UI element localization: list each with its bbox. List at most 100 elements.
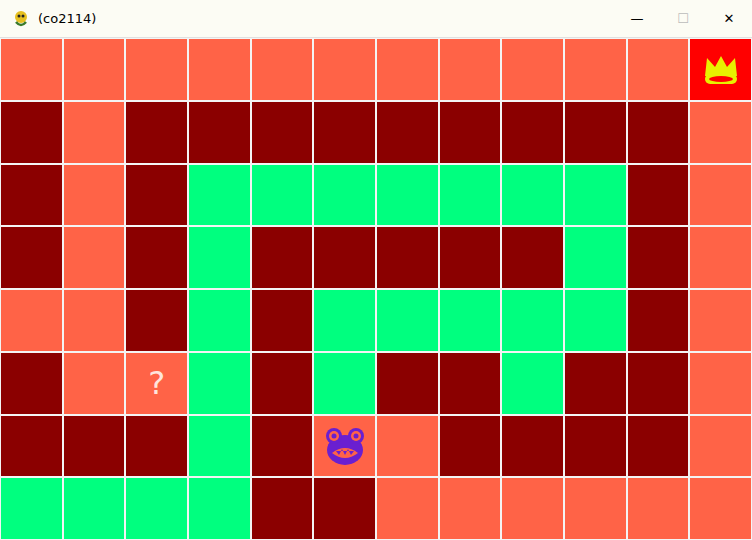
maze-cell bbox=[64, 353, 125, 414]
maze-cell bbox=[126, 290, 187, 351]
maze-cell bbox=[502, 478, 563, 539]
maze-cell bbox=[189, 227, 250, 288]
maze-cell bbox=[565, 39, 626, 100]
maze-cell bbox=[252, 290, 313, 351]
maze-cell bbox=[628, 353, 689, 414]
maze-cell bbox=[502, 39, 563, 100]
maze-cell bbox=[440, 102, 501, 163]
maze-cell bbox=[690, 353, 751, 414]
maze-cell bbox=[126, 102, 187, 163]
maze-cell bbox=[377, 353, 438, 414]
maze-cell bbox=[690, 478, 751, 539]
maze-cell bbox=[314, 227, 375, 288]
maze-cell bbox=[440, 353, 501, 414]
maze-cell bbox=[1, 102, 62, 163]
maze-cell bbox=[628, 227, 689, 288]
maze-cell bbox=[377, 227, 438, 288]
maze-cell bbox=[628, 416, 689, 477]
maze-cell bbox=[440, 290, 501, 351]
maze-cell bbox=[1, 478, 62, 539]
game-window: (co2114) —☐✕? bbox=[0, 0, 752, 540]
maze-cell bbox=[502, 353, 563, 414]
maze-cell bbox=[314, 165, 375, 226]
maze-cell bbox=[126, 478, 187, 539]
maze-cell bbox=[377, 39, 438, 100]
maze-cell bbox=[314, 39, 375, 100]
window-control[interactable]: ✕ bbox=[706, 0, 752, 37]
maze-cell bbox=[377, 290, 438, 351]
maze-cell bbox=[252, 102, 313, 163]
maze-cell bbox=[690, 416, 751, 477]
maze-cell bbox=[126, 39, 187, 100]
maze-cell bbox=[565, 227, 626, 288]
maze-cell bbox=[189, 478, 250, 539]
maze-cell bbox=[502, 102, 563, 163]
maze-cell bbox=[126, 165, 187, 226]
maze-cell bbox=[189, 165, 250, 226]
maze-cell: ? bbox=[126, 353, 187, 414]
maze-cell bbox=[252, 353, 313, 414]
maze-cell bbox=[690, 227, 751, 288]
maze-cell bbox=[565, 165, 626, 226]
maze-cell bbox=[565, 353, 626, 414]
window-control[interactable]: ☐ bbox=[660, 0, 706, 37]
maze-cell bbox=[252, 227, 313, 288]
maze-cell bbox=[314, 416, 375, 477]
maze-cell bbox=[252, 416, 313, 477]
maze-cell bbox=[377, 416, 438, 477]
maze-cell bbox=[440, 416, 501, 477]
maze-cell bbox=[628, 39, 689, 100]
maze-cell bbox=[628, 102, 689, 163]
maze-cell bbox=[502, 227, 563, 288]
maze-cell bbox=[314, 353, 375, 414]
title-bar: (co2114) —☐✕ bbox=[0, 0, 752, 38]
maze-cell bbox=[440, 478, 501, 539]
maze-cell bbox=[377, 102, 438, 163]
maze-cell bbox=[64, 39, 125, 100]
maze-cell bbox=[126, 416, 187, 477]
maze-cell bbox=[64, 478, 125, 539]
maze-cell bbox=[565, 290, 626, 351]
maze-cell bbox=[252, 165, 313, 226]
maze-cell bbox=[502, 290, 563, 351]
monster-icon bbox=[322, 423, 368, 469]
maze-cell bbox=[64, 227, 125, 288]
maze-cell bbox=[189, 39, 250, 100]
maze-cell bbox=[502, 165, 563, 226]
maze-cell bbox=[628, 290, 689, 351]
window-control[interactable]: — bbox=[614, 0, 660, 37]
maze-cell bbox=[252, 39, 313, 100]
maze-cell bbox=[1, 227, 62, 288]
maze-cell bbox=[440, 39, 501, 100]
maze-cell bbox=[252, 478, 313, 539]
maze-grid: ? bbox=[0, 38, 752, 540]
maze-cell bbox=[64, 165, 125, 226]
maze-cell bbox=[628, 478, 689, 539]
maze-cell bbox=[565, 416, 626, 477]
maze-cell bbox=[189, 290, 250, 351]
maze-cell bbox=[1, 165, 62, 226]
maze-cell bbox=[440, 165, 501, 226]
maze-cell bbox=[565, 478, 626, 539]
maze-cell bbox=[189, 416, 250, 477]
maze-cell bbox=[502, 416, 563, 477]
maze-cell bbox=[189, 353, 250, 414]
maze-cell bbox=[314, 290, 375, 351]
maze-cell bbox=[126, 227, 187, 288]
maze-cell bbox=[314, 478, 375, 539]
cell-label: ? bbox=[148, 367, 165, 399]
maze-cell bbox=[377, 478, 438, 539]
maze-cell bbox=[1, 416, 62, 477]
window-title: (co2114) bbox=[38, 9, 96, 29]
maze-cell bbox=[1, 353, 62, 414]
crown-icon bbox=[701, 52, 741, 86]
maze-cell bbox=[690, 102, 751, 163]
maze-cell bbox=[565, 102, 626, 163]
maze-cell bbox=[64, 102, 125, 163]
maze-cell bbox=[628, 165, 689, 226]
maze-cell bbox=[690, 165, 751, 226]
maze-cell bbox=[314, 102, 375, 163]
maze-cell bbox=[377, 165, 438, 226]
maze-cell bbox=[440, 227, 501, 288]
maze-cell bbox=[690, 290, 751, 351]
